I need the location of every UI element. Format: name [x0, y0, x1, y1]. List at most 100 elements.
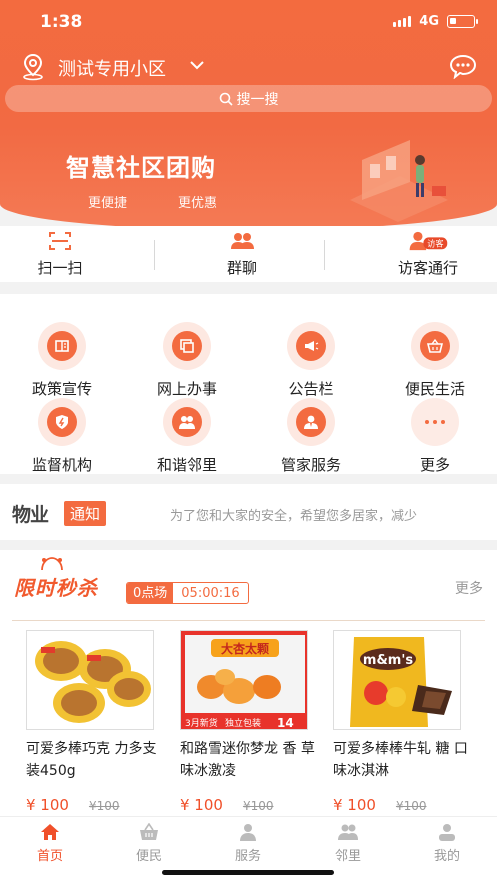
neighbors-icon [338, 824, 358, 840]
service-label: 网上办事 [156, 380, 217, 398]
product-image-text: m&m's [363, 653, 413, 668]
product-image[interactable]: m&m's [333, 630, 461, 730]
tab-convenience[interactable]: 便民 [119, 823, 179, 864]
neighbors-icon [163, 398, 211, 446]
search-bar[interactable]: 搜一搜 [5, 85, 492, 112]
product-price-row: ¥ 100 ¥100 [26, 796, 166, 814]
more-icon [411, 398, 459, 446]
network-label: 4G [419, 14, 439, 29]
service-label: 监督机构 [31, 456, 92, 474]
notice-text[interactable]: 为了您和大家的安全，希望您多居家，减少 [170, 505, 417, 524]
more-link[interactable]: 更多 [455, 578, 483, 598]
chevron-down-icon[interactable] [188, 56, 206, 74]
product-original-price: ¥100 [395, 799, 427, 813]
service-policy[interactable]: 政策宣传 [7, 322, 117, 399]
tab-service[interactable]: 服务 [218, 823, 278, 864]
flash-sale-section: 限时秒杀 0点场 05:00:16 更多 可爱多棒巧克 力多支装450g ¥ 1… [0, 550, 497, 818]
tab-label: 首页 [36, 849, 63, 864]
tab-profile[interactable]: 我的 [417, 823, 477, 864]
product-name: 可爱多棒棒牛轧 糖 口味冰淇淋 [333, 741, 468, 779]
product-image[interactable] [26, 630, 154, 730]
service-supervision[interactable]: 监督机构 [7, 398, 117, 475]
home-indicator [162, 870, 334, 875]
service-label: 政策宣传 [31, 380, 92, 398]
product-card[interactable]: m&m's 可爱多棒棒牛轧 糖 口味冰淇淋 ¥ 100 ¥100 [333, 630, 473, 814]
tab-label: 邻里 [334, 849, 361, 864]
home-icon [41, 824, 59, 840]
quick-action-scan[interactable]: 扫一扫 [18, 226, 102, 282]
tab-neighbors[interactable]: 邻里 [318, 823, 378, 864]
product-image-text: 3月新货 [185, 717, 218, 729]
service-online[interactable]: 网上办事 [132, 322, 242, 399]
tab-label: 便民 [135, 849, 162, 864]
megaphone-icon [287, 322, 335, 370]
search-icon [219, 92, 233, 106]
basket-icon [411, 322, 459, 370]
search-placeholder: 搜一搜 [236, 91, 279, 108]
location-row[interactable]: 测试专用小区 [0, 50, 497, 84]
visitor-icon: 访客 [409, 231, 448, 251]
service-label: 更多 [419, 456, 450, 474]
quick-actions: 扫一扫 群聊 访客 访客通行 [0, 226, 497, 282]
quick-action-label: 扫一扫 [37, 259, 83, 277]
service-label: 公告栏 [288, 380, 334, 398]
product-name: 和路雪迷你梦龙 香 草味冰激凌 [180, 741, 315, 779]
banner-subtitle-convenient: 更便捷 [88, 196, 128, 211]
product-price-row: ¥ 100 ¥100 [180, 796, 320, 814]
product-image-text: 独立包装 [225, 717, 261, 729]
group-chat-icon [231, 233, 254, 249]
product-image[interactable]: 大杏太颗 3月新货 独立包装 14 [180, 630, 308, 730]
status-time: 1:38 [40, 12, 83, 32]
banner-illustration [350, 140, 448, 222]
product-price: ¥ 100 [26, 796, 69, 814]
battery-fill [450, 18, 456, 24]
product-price: ¥ 100 [333, 796, 376, 814]
signal-icon [393, 16, 411, 27]
quick-action-visitor-pass[interactable]: 访客 访客通行 [382, 226, 474, 282]
alarm-clock-icon [41, 557, 63, 571]
product-card[interactable]: 可爱多棒巧克 力多支装450g ¥ 100 ¥100 [26, 630, 166, 814]
tab-label: 我的 [433, 849, 460, 864]
service-label: 和谐邻里 [156, 456, 217, 474]
service-life[interactable]: 便民生活 [380, 322, 490, 399]
services-grid: 政策宣传 网上办事 公告栏 便民生活 监督机构 和谐邻里 管家服务 更多 [0, 294, 497, 474]
divider [154, 240, 155, 270]
service-bulletin[interactable]: 公告栏 [256, 322, 366, 399]
product-image-text: 14 [277, 716, 294, 730]
tab-label: 服务 [234, 849, 261, 864]
service-label: 便民生活 [404, 380, 465, 398]
product-image-text: 大杏太颗 [221, 641, 269, 656]
product-price-row: ¥ 100 ¥100 [333, 796, 473, 814]
status-bar: 1:38 4G [0, 0, 497, 44]
quick-action-label: 群聊 [226, 259, 257, 277]
policy-icon [38, 322, 86, 370]
quick-action-label: 访客通行 [397, 259, 458, 277]
product-original-price: ¥100 [88, 799, 120, 813]
shield-icon [38, 398, 86, 446]
profile-icon [439, 824, 455, 841]
scan-icon [49, 232, 71, 250]
service-neighbors[interactable]: 和谐邻里 [132, 398, 242, 475]
online-service-icon [163, 322, 211, 370]
service-label: 管家服务 [280, 456, 341, 474]
service-butler[interactable]: 管家服务 [256, 398, 366, 475]
quick-action-group-chat[interactable]: 群聊 [200, 226, 284, 282]
basket-icon [140, 823, 158, 840]
community-name[interactable]: 测试专用小区 [58, 55, 166, 81]
tab-home[interactable]: 首页 [20, 823, 80, 864]
banner-subtitle-discount: 更优惠 [178, 196, 218, 211]
session-name: 0点场 [127, 583, 174, 603]
property-notice[interactable]: 物业 通知 为了您和大家的安全，希望您多居家，减少 [0, 484, 497, 540]
divider [12, 620, 485, 621]
battery-icon [447, 15, 478, 28]
butler-icon [287, 398, 335, 446]
service-more[interactable]: 更多 [380, 398, 490, 475]
notice-prefix: 物业 [12, 504, 49, 526]
product-card[interactable]: 大杏太颗 3月新货 独立包装 14 和路雪迷你梦龙 香 草味冰激凌 ¥ 100 … [180, 630, 320, 814]
divider [324, 240, 325, 270]
message-icon[interactable] [449, 53, 477, 79]
location-pin-icon [23, 53, 43, 81]
session-countdown: 0点场 05:00:16 [126, 582, 249, 604]
countdown-timer: 05:00:16 [181, 586, 240, 601]
header: 1:38 4G 测试专用小区 搜一搜 智慧社区团购 更便捷 更优惠 [0, 0, 497, 230]
